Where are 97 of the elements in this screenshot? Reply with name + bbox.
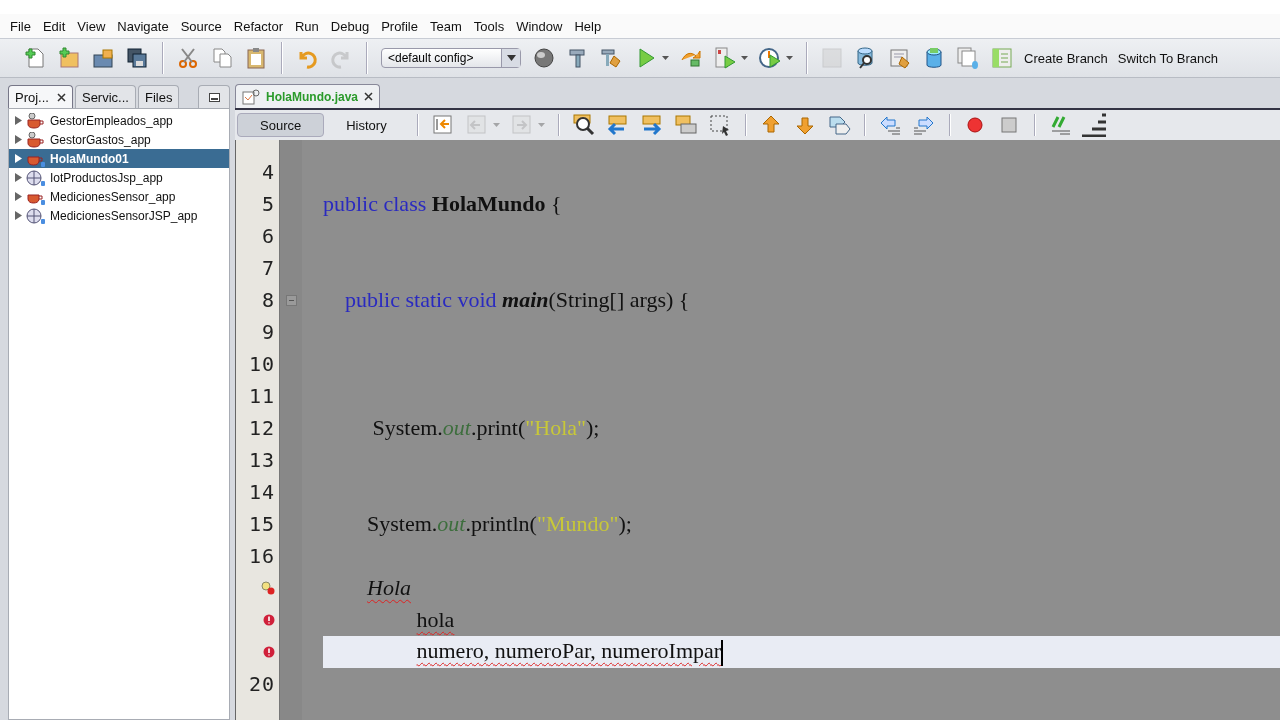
project-tree-item[interactable]: MedicionesSensorJSP_app (9, 206, 229, 225)
forward-icon (509, 113, 534, 137)
last-edit-icon (430, 113, 455, 137)
project-tree-item[interactable]: MedicionesSensor_app (9, 187, 229, 206)
menu-item[interactable]: Debug (324, 18, 376, 34)
dropdown-arrow-icon (506, 55, 516, 61)
code-line: numero, numeroPar, numeroImpar (323, 638, 724, 666)
panel-tab[interactable]: Files (137, 85, 180, 108)
code-line: Hola (366, 575, 411, 601)
menu-item[interactable]: View (71, 18, 112, 34)
menu-item[interactable]: Tools (467, 18, 511, 34)
line-number: 12 (248, 416, 275, 440)
dropdown-arrow-icon (662, 56, 669, 60)
text-cursor (721, 639, 724, 666)
menu-item[interactable]: Team (424, 18, 468, 34)
find-next-icon (639, 113, 664, 137)
search-icon (571, 113, 596, 137)
code-line: System.out.print("Hola"); (371, 415, 600, 441)
project-tree-item[interactable]: GestorGastos_app (9, 130, 229, 149)
java-file-icon (242, 88, 260, 105)
clock-play-icon (758, 46, 782, 70)
line-number: 4 (261, 160, 275, 184)
blank-icon (820, 46, 844, 70)
project-tree-item[interactable]: IotProductosJsp_app (9, 168, 229, 187)
bulb-error-icon (261, 581, 275, 595)
dropdown-arrow-icon (786, 56, 793, 60)
view-tab[interactable]: Source (237, 113, 325, 137)
globe-icon (26, 207, 46, 224)
expand-arrow-icon (15, 192, 22, 201)
line-number: 16 (248, 544, 275, 568)
code-line: System.out.println("Mundo"); (366, 511, 632, 537)
highlight-icon (673, 113, 698, 137)
toolbar-button[interactable]: Switch To Branch (1112, 43, 1224, 73)
new-file-icon (23, 46, 47, 70)
panel-tab[interactable]: Proj... (8, 85, 73, 108)
copy-icon (210, 46, 234, 70)
clipboard-icon (244, 46, 268, 70)
menu-item[interactable]: Navigate (111, 18, 175, 34)
line-number: 5 (261, 192, 275, 216)
line-number: 7 (261, 256, 275, 280)
minimize-button[interactable] (198, 85, 230, 108)
config-dropdown[interactable]: <default config> (381, 48, 521, 68)
line-number: 8 (261, 288, 275, 312)
menu-item[interactable]: Help (568, 18, 608, 34)
menu-item[interactable]: Window (510, 18, 569, 34)
error-icon (263, 646, 275, 658)
close-icon (56, 92, 66, 102)
expand-arrow-icon (15, 211, 22, 220)
uncomment-icon (1081, 113, 1106, 137)
document-broom-icon (888, 46, 912, 70)
line-number: 14 (248, 480, 275, 504)
error-icon (263, 614, 275, 626)
minimize-icon (208, 92, 220, 102)
line-number: 6 (261, 224, 275, 248)
line-number: 13 (248, 448, 275, 472)
test-play-icon (713, 46, 737, 70)
panel-tab[interactable]: Servic... (74, 85, 136, 108)
menu-item[interactable]: Edit (36, 18, 72, 34)
toolbar-button[interactable]: Create Branch (1019, 43, 1113, 73)
globe-icon (532, 46, 556, 70)
save-icon (125, 46, 149, 70)
find-previous-icon (605, 113, 630, 137)
dropdown-arrow-icon (537, 123, 545, 127)
back-icon (464, 113, 489, 137)
coffee-cup-icon (26, 131, 46, 148)
expand-arrow-icon (15, 154, 22, 163)
code-line: public class HolaMundo { (323, 191, 562, 217)
menu-item[interactable]: Refactor (227, 18, 289, 34)
scissors-icon (176, 46, 200, 70)
project-tree-item[interactable]: HolaMundo01 (9, 149, 229, 168)
line-number: 10 (248, 352, 275, 376)
bookmark-toggle-icon (826, 113, 851, 137)
globe-icon (26, 169, 46, 186)
expand-arrow-icon (15, 173, 22, 182)
menu-item[interactable]: Source (174, 18, 228, 34)
project-tree-item[interactable]: GestorEmpleados_app (9, 111, 229, 130)
line-number: 9 (261, 320, 275, 344)
code-line: hola (415, 607, 455, 633)
dropdown-arrow-icon (741, 56, 748, 60)
documents-icon (956, 46, 980, 70)
line-number: 20 (248, 672, 275, 696)
open-folder-icon (91, 46, 115, 70)
dropdown-arrow-icon (492, 123, 500, 127)
new-folder-icon (57, 46, 81, 70)
coffee-cup-icon (26, 112, 46, 129)
menu-item[interactable]: File (4, 18, 37, 34)
line-number: 15 (248, 512, 275, 536)
close-icon (364, 92, 373, 101)
expand-arrow-icon (15, 135, 22, 144)
menu-item[interactable]: Profile (375, 18, 424, 34)
line-number: 11 (248, 384, 275, 408)
expand-arrow-icon (15, 116, 22, 125)
code-line: public static void main(String[] args) { (344, 287, 690, 313)
menu-item[interactable]: Run (288, 18, 325, 34)
document-list-icon (990, 46, 1014, 70)
view-tab[interactable]: History (324, 113, 409, 137)
fold-icon (285, 294, 297, 306)
